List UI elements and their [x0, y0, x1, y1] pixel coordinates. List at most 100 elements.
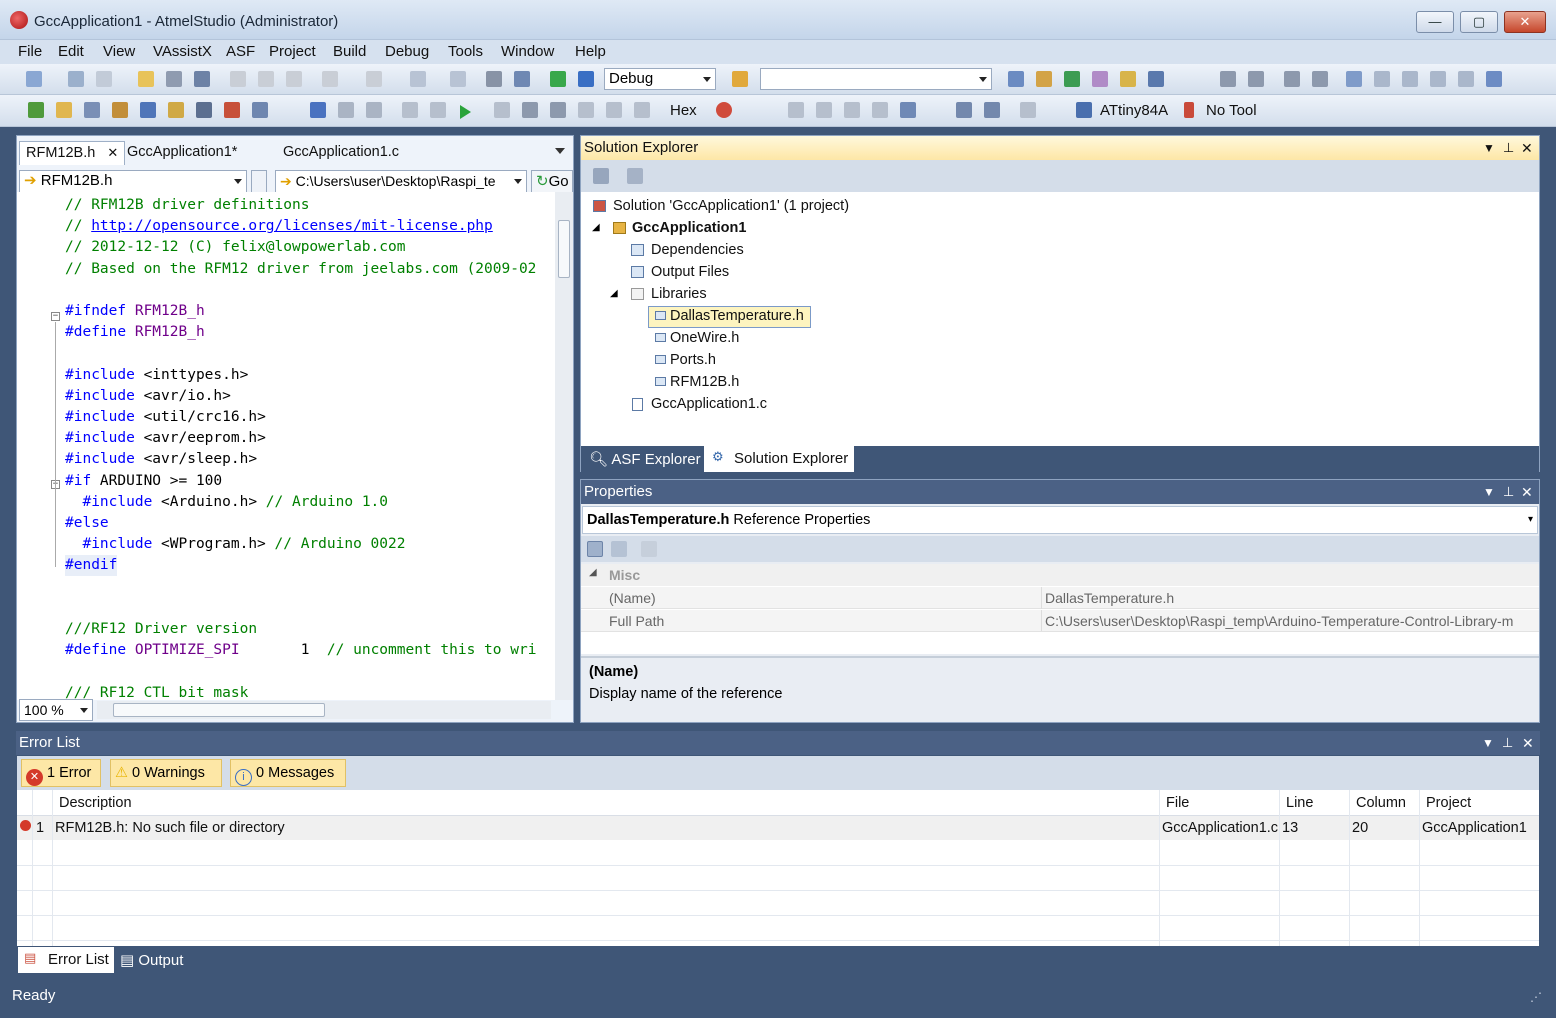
- chevron-down-icon[interactable]: ▼: [1482, 731, 1494, 755]
- prev-bookmark-icon[interactable]: [1374, 71, 1390, 87]
- run-to-cursor-icon[interactable]: [578, 102, 594, 118]
- reset-icon[interactable]: [634, 102, 650, 118]
- collapse-icon[interactable]: −: [51, 312, 60, 321]
- field-icon[interactable]: [168, 102, 184, 118]
- menu-window[interactable]: Window: [501, 43, 554, 60]
- memory-icon[interactable]: [844, 102, 860, 118]
- tab-output[interactable]: ▤ Output: [120, 951, 183, 969]
- find-symbol-icon[interactable]: [1008, 71, 1024, 87]
- chevron-down-icon[interactable]: ▼: [1483, 136, 1495, 160]
- pin-icon[interactable]: ⊥: [1502, 731, 1513, 755]
- vertical-scrollbar[interactable]: [555, 192, 573, 700]
- play-icon[interactable]: [460, 105, 471, 119]
- add-new-icon[interactable]: [96, 71, 112, 87]
- column-description[interactable]: Description: [59, 795, 132, 811]
- menu-edit[interactable]: Edit: [58, 43, 84, 60]
- paste-history-icon[interactable]: [252, 102, 268, 118]
- menu-help[interactable]: Help: [575, 43, 606, 60]
- scroll-thumb[interactable]: [113, 703, 325, 717]
- pin-icon[interactable]: ⊥: [1503, 136, 1514, 160]
- copy-icon[interactable]: [258, 71, 274, 87]
- set-next-statement-icon[interactable]: [606, 102, 622, 118]
- start-without-debugging-icon[interactable]: [578, 71, 594, 87]
- alphabetical-icon[interactable]: [611, 541, 627, 557]
- close-icon[interactable]: ✕: [1521, 136, 1533, 160]
- expand-icon[interactable]: ◢: [589, 567, 597, 578]
- command-window-icon[interactable]: [1148, 71, 1164, 87]
- menu-file[interactable]: File: [18, 43, 42, 60]
- open-folder-icon[interactable]: [56, 102, 72, 118]
- scroll-thumb[interactable]: [558, 220, 570, 278]
- menu-asf[interactable]: ASF: [226, 43, 255, 60]
- increase-indent-icon[interactable]: [1248, 71, 1264, 87]
- new-project-icon[interactable]: [26, 71, 42, 87]
- uncomment-icon[interactable]: [1312, 71, 1328, 87]
- go-button[interactable]: ↻Go: [531, 170, 573, 193]
- show-all-files-icon[interactable]: [627, 168, 643, 184]
- step-over-icon[interactable]: [522, 102, 538, 118]
- menu-debug[interactable]: Debug: [385, 43, 429, 60]
- tab-error-list[interactable]: ▤ Error List: [18, 947, 114, 973]
- breakpoint-icon[interactable]: [716, 102, 732, 118]
- horizontal-scrollbar[interactable]: [97, 701, 551, 719]
- code-token[interactable]: http://opensource.org/licenses/mit-licen…: [91, 218, 493, 234]
- close-icon[interactable]: ✕: [1521, 480, 1533, 504]
- show-next-statement-icon[interactable]: [402, 102, 418, 118]
- undo-icon[interactable]: [322, 71, 338, 87]
- step-out-icon[interactable]: [550, 102, 566, 118]
- device-programming-icon[interactable]: [984, 102, 1000, 118]
- property-pages-icon[interactable]: [641, 541, 657, 557]
- continue-icon[interactable]: [310, 102, 326, 118]
- tree-item-libraries[interactable]: Libraries: [651, 286, 707, 302]
- decrease-indent-icon[interactable]: [1220, 71, 1236, 87]
- toolbox-icon[interactable]: [1092, 71, 1108, 87]
- step-into-icon[interactable]: [494, 102, 510, 118]
- tab-gccapplication1-project[interactable]: GccApplication1*: [121, 141, 243, 165]
- properties-window-icon[interactable]: [1036, 71, 1052, 87]
- navigate-forward-icon[interactable]: [450, 71, 466, 87]
- start-debugging-icon[interactable]: [550, 71, 566, 87]
- property-row[interactable]: (Name) DallasTemperature.h: [581, 587, 1539, 609]
- zoom-combo[interactable]: 100 %: [19, 699, 93, 721]
- expand-icon[interactable]: ◢: [610, 288, 618, 299]
- cut-icon[interactable]: [230, 71, 246, 87]
- warnings-filter-button[interactable]: ⚠ 0 Warnings: [110, 759, 222, 787]
- tree-item-project[interactable]: GccApplication1: [632, 220, 746, 236]
- navigate-back-icon[interactable]: [410, 71, 426, 87]
- path-combo[interactable]: ➔ C:\Users\user\Desktop\Raspi_te: [275, 170, 527, 193]
- errors-filter-button[interactable]: ✕ 1 Error: [21, 759, 101, 787]
- device-selector[interactable]: ATtiny84A: [1100, 102, 1168, 119]
- extension-manager-icon[interactable]: [1120, 71, 1136, 87]
- pause-icon[interactable]: [430, 102, 446, 118]
- class-icon[interactable]: [112, 102, 128, 118]
- save-icon[interactable]: [166, 71, 182, 87]
- next-bookmark-icon[interactable]: [1402, 71, 1418, 87]
- tree-item-dallastemperature[interactable]: DallasTemperature.h: [670, 308, 804, 324]
- processor-view-icon[interactable]: [956, 102, 972, 118]
- column-column[interactable]: Column: [1356, 795, 1406, 811]
- solution-config-icon[interactable]: [486, 71, 502, 87]
- disassembly-icon[interactable]: [872, 102, 888, 118]
- next-bookmark-folder-icon[interactable]: [1458, 71, 1474, 87]
- add-item-icon[interactable]: [68, 71, 84, 87]
- properties-icon[interactable]: [593, 168, 609, 184]
- search-combo[interactable]: [760, 68, 992, 90]
- find-icon[interactable]: [514, 71, 530, 87]
- registers-icon[interactable]: [816, 102, 832, 118]
- tree-item-ports[interactable]: Ports.h: [670, 352, 716, 368]
- network-icon[interactable]: [84, 102, 100, 118]
- splitter-button[interactable]: [251, 170, 267, 193]
- menu-project[interactable]: Project: [269, 43, 316, 60]
- tree-item-output-files[interactable]: Output Files: [651, 264, 729, 280]
- messages-filter-button[interactable]: i 0 Messages: [230, 759, 346, 787]
- chevron-down-icon[interactable]: [555, 148, 565, 154]
- tab-rfm12b-h[interactable]: RFM12B.h ✕: [19, 141, 126, 165]
- tab-asf-explorer[interactable]: 🔍︎ ASF Explorer: [589, 450, 701, 468]
- close-icon[interactable]: ✕: [1522, 731, 1534, 755]
- tree-item-rfm12b[interactable]: RFM12B.h: [670, 374, 739, 390]
- prev-bookmark-folder-icon[interactable]: [1430, 71, 1446, 87]
- tree-item-onewire[interactable]: OneWire.h: [670, 330, 739, 346]
- find-in-files-icon[interactable]: [732, 71, 748, 87]
- column-project[interactable]: Project: [1426, 795, 1471, 811]
- stop-debugging-icon[interactable]: [366, 102, 382, 118]
